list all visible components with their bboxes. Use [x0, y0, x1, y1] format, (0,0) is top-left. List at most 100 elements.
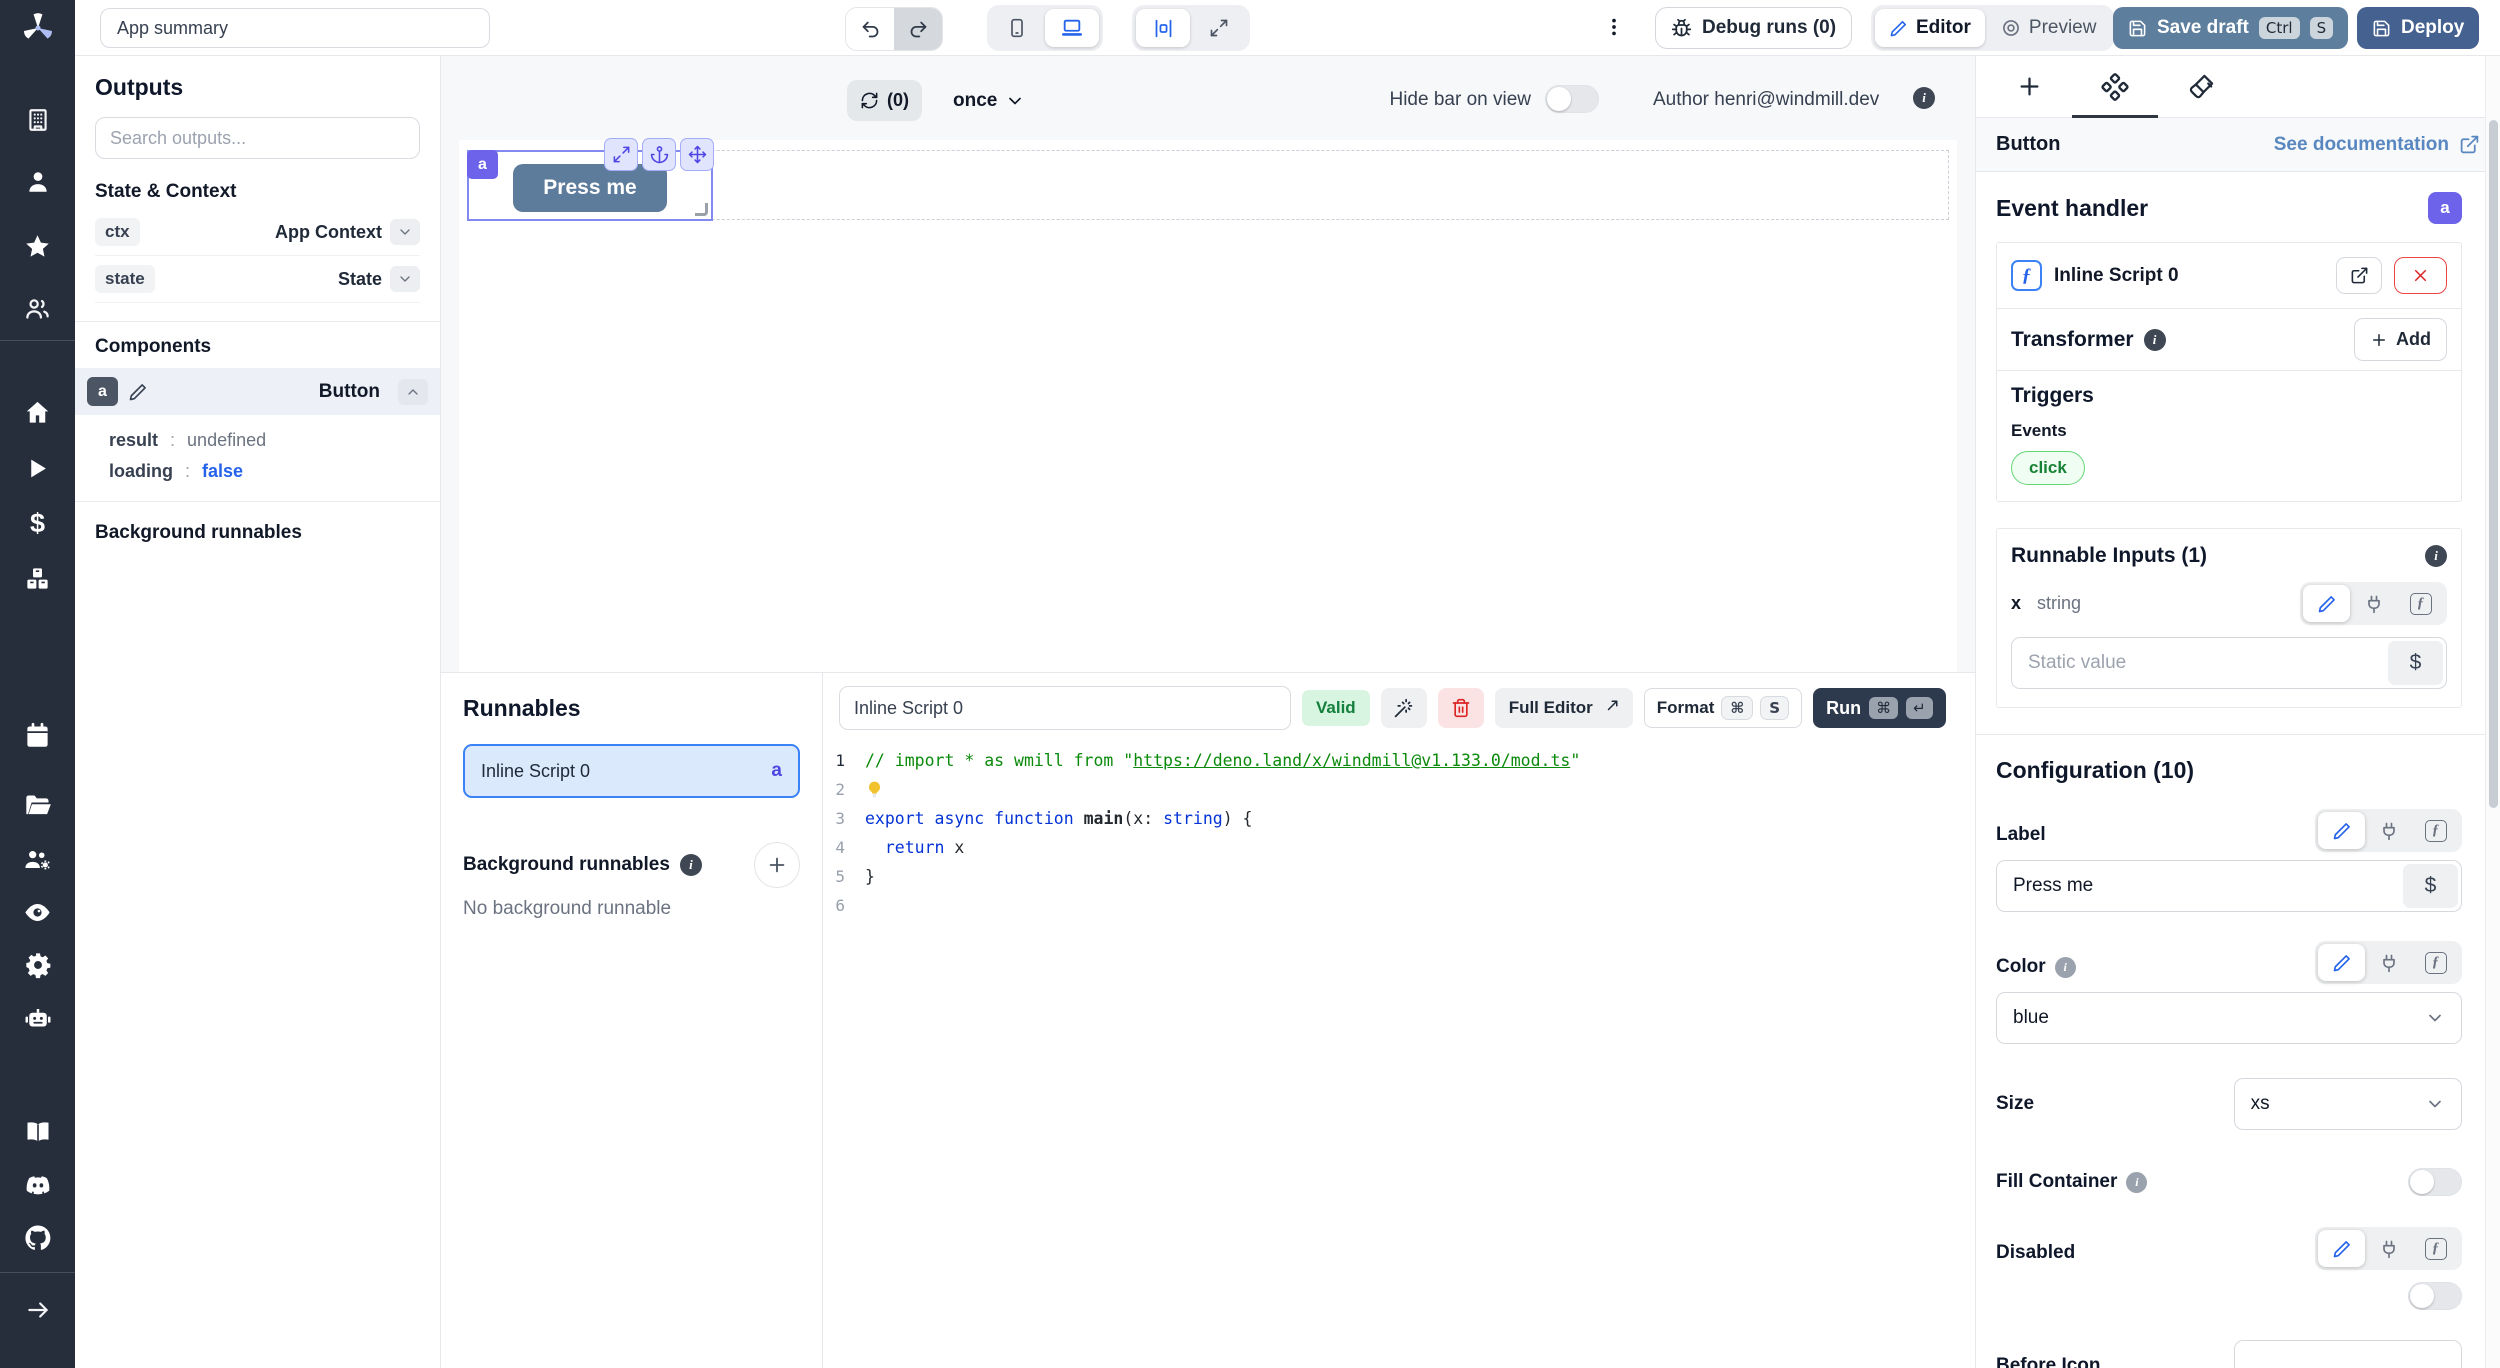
before-icon-input[interactable] [2234, 1340, 2462, 1368]
runnable-item-inline-script-0[interactable]: Inline Script 0 a [463, 744, 800, 798]
state-expand-button[interactable] [390, 266, 420, 292]
static-value-input[interactable] [2011, 637, 2447, 689]
sidebar-item-folders[interactable] [0, 784, 75, 828]
sidebar-item-workers[interactable] [0, 837, 75, 881]
fill-container-toggle[interactable] [2408, 1168, 2462, 1196]
fill-container-info-icon[interactable]: i [2126, 1172, 2147, 1193]
app-summary-field[interactable] [100, 8, 490, 48]
selected-component-cell[interactable]: a Press me [467, 150, 713, 221]
eval-mode-button[interactable]: ƒ [2412, 944, 2459, 981]
connect-mode-button[interactable] [2365, 944, 2412, 981]
windmill-logo[interactable] [0, 6, 75, 50]
sidebar-item-user[interactable] [0, 160, 75, 204]
delete-script-button[interactable] [1438, 688, 1484, 728]
bg-runnables-info-icon[interactable]: i [680, 854, 702, 876]
refresh-count-button[interactable]: (0) [847, 80, 922, 121]
sidebar-item-home[interactable] [0, 390, 75, 434]
scrollbar-thumb[interactable] [2489, 120, 2498, 808]
color-info-icon[interactable]: i [2055, 957, 2076, 978]
code-area[interactable]: 1// import * as wmill from "https://deno… [823, 740, 1975, 920]
transformer-info-icon[interactable]: i [2144, 329, 2166, 351]
redo-button[interactable] [894, 8, 942, 50]
full-editor-button[interactable]: Full Editor [1495, 688, 1633, 728]
app-summary-input[interactable] [100, 8, 490, 48]
color-select[interactable]: blue [1996, 992, 2462, 1044]
add-background-runnable-button[interactable] [754, 842, 800, 888]
static-mode-button[interactable] [2318, 812, 2365, 849]
static-mode-button[interactable] [2318, 944, 2365, 981]
deploy-button[interactable]: Deploy [2357, 7, 2479, 49]
sidebar-item-docs[interactable] [0, 1110, 75, 1154]
tab-preview[interactable]: Preview [1987, 9, 2111, 47]
connect-mode-button[interactable] [2365, 1230, 2412, 1267]
arrow-right-icon [25, 1297, 51, 1323]
tab-component-settings[interactable] [2100, 72, 2130, 102]
script-name-input[interactable] [839, 686, 1291, 730]
debug-runs-button[interactable]: Debug runs (0) [1655, 7, 1852, 49]
sidebar-item-workspace[interactable] [0, 98, 75, 142]
eval-mode-button[interactable]: ƒ [2412, 812, 2459, 849]
sidebar-item-favorites[interactable] [0, 224, 75, 268]
component-row-a[interactable]: a Button [75, 368, 440, 415]
sidebar-item-schedules[interactable] [0, 713, 75, 757]
state-key-badge: state [95, 265, 155, 293]
more-options-button[interactable] [1603, 14, 1625, 40]
format-button[interactable]: Format ⌘ S [1644, 688, 1802, 728]
sidebar-divider [0, 340, 75, 341]
sidebar-item-audit-logs[interactable] [0, 890, 75, 934]
open-script-button[interactable] [2336, 257, 2382, 294]
eval-mode-button[interactable]: ƒ [2397, 585, 2444, 622]
undo-button[interactable] [846, 8, 894, 50]
component-handles [604, 138, 714, 171]
center-canvas-button[interactable] [1136, 9, 1190, 47]
move-handle[interactable] [680, 138, 714, 171]
refresh-mode-dropdown[interactable]: once [953, 80, 1025, 121]
connect-mode-button[interactable] [2365, 812, 2412, 849]
size-select[interactable]: xs [2234, 1078, 2462, 1130]
dollar-insert-button[interactable]: $ [2403, 864, 2458, 908]
label-value-input[interactable] [1996, 860, 2462, 912]
ctx-expand-button[interactable] [390, 219, 420, 245]
sidebar-collapse-button[interactable] [0, 1288, 75, 1332]
connect-mode-button[interactable] [2350, 585, 2397, 622]
outputs-search-input[interactable] [95, 117, 420, 159]
sidebar-item-variables[interactable]: $ [0, 501, 75, 545]
sidebar-item-github[interactable] [0, 1216, 75, 1260]
resize-handle[interactable] [695, 203, 708, 216]
disabled-toggle[interactable] [2408, 1282, 2462, 1310]
sidebar-item-settings[interactable] [0, 943, 75, 987]
ai-assistant-button[interactable] [1381, 688, 1427, 728]
static-mode-button[interactable] [2318, 1230, 2365, 1267]
expand-handle[interactable] [604, 138, 638, 171]
sidebar-item-discord[interactable] [0, 1163, 75, 1207]
tab-insert-component[interactable] [2014, 72, 2044, 102]
author-info-icon[interactable]: i [1913, 87, 1935, 109]
app-grid[interactable]: a Press me [459, 140, 1957, 672]
tab-styling[interactable] [2186, 72, 2216, 102]
field-disabled: Disabled ƒ [1996, 1226, 2462, 1310]
see-documentation-link[interactable]: See documentation [2274, 134, 2480, 156]
state-row[interactable]: state State [95, 256, 420, 303]
anchor-handle[interactable] [642, 138, 676, 171]
sidebar-item-runs[interactable] [0, 446, 75, 490]
desktop-view-button[interactable] [1045, 9, 1099, 47]
run-button[interactable]: Run ⌘ ↵ [1813, 688, 1946, 728]
runnable-inputs-info-icon[interactable]: i [2425, 545, 2447, 567]
detach-script-button[interactable] [2394, 257, 2447, 294]
mobile-view-button[interactable] [991, 9, 1043, 47]
static-mode-button[interactable] [2303, 585, 2350, 622]
hide-bar-toggle[interactable] [1545, 85, 1599, 113]
expand-canvas-button[interactable] [1192, 9, 1246, 47]
sidebar-item-groups[interactable] [0, 286, 75, 330]
sidebar-item-ai[interactable] [0, 997, 75, 1041]
attached-script-row[interactable]: ƒ Inline Script 0 [1997, 243, 2461, 308]
tab-editor[interactable]: Editor [1875, 9, 1985, 47]
ctx-row[interactable]: ctx App Context [95, 209, 420, 256]
sidebar-item-resources[interactable] [0, 556, 75, 600]
component-collapse-button[interactable] [398, 379, 428, 405]
dollar-insert-button[interactable]: $ [2388, 641, 2443, 685]
save-draft-button[interactable]: Save draft Ctrl S [2113, 7, 2348, 49]
panel-scrollbar[interactable] [2485, 56, 2500, 1368]
eval-mode-button[interactable]: ƒ [2412, 1230, 2459, 1267]
add-transformer-button[interactable]: Add [2354, 318, 2447, 361]
